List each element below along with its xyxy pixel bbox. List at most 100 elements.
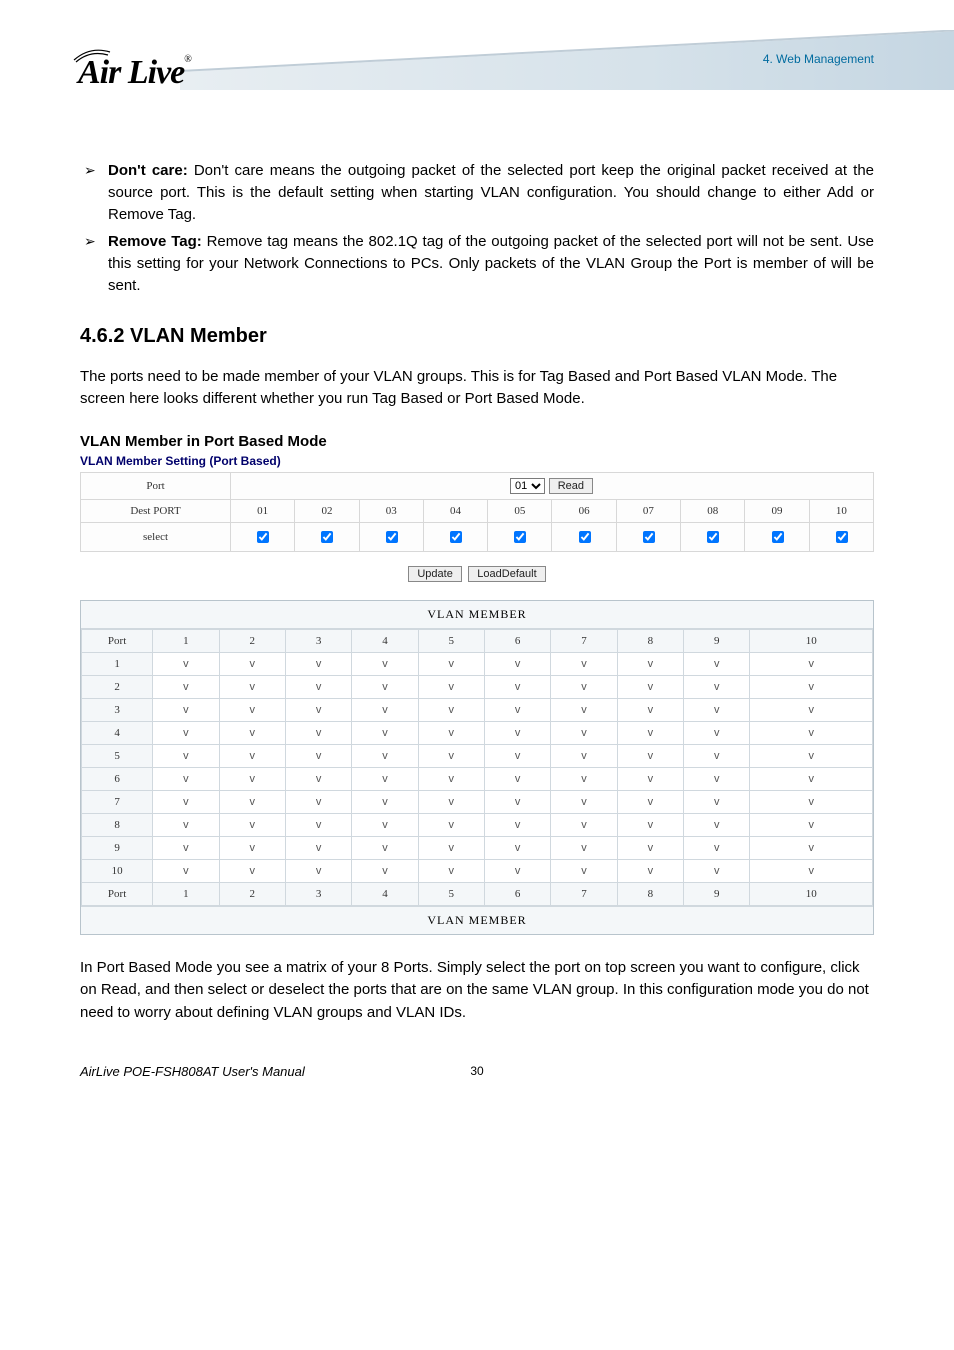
bullet-item: Remove Tag: Remove tag means the 802.1Q …: [108, 231, 874, 296]
matrix-cell: v: [219, 813, 285, 836]
matrix-cell: v: [551, 790, 617, 813]
matrix-cell: v: [219, 744, 285, 767]
cfg-row-port: Port 01 Read: [81, 472, 874, 499]
matrix-row-head: 3: [82, 698, 153, 721]
matrix-cell: v: [153, 836, 219, 859]
section-intro: The ports need to be made member of your…: [80, 366, 874, 411]
matrix-cell: v: [684, 859, 750, 882]
select-checkbox[interactable]: [707, 531, 719, 543]
matrix-cell: v: [617, 836, 683, 859]
matrix-row-head: 5: [82, 744, 153, 767]
select-checkbox[interactable]: [257, 531, 269, 543]
matrix-col-head: 3: [285, 629, 351, 652]
matrix-row-head: 8: [82, 813, 153, 836]
dest-col: 04: [423, 499, 487, 522]
matrix-cell: v: [285, 721, 351, 744]
matrix-row: 5vvvvvvvvvv: [82, 744, 873, 767]
matrix-cell: v: [484, 744, 550, 767]
matrix-foot-label: Port: [82, 882, 153, 905]
section-heading: 4.6.2 VLAN Member: [80, 325, 874, 348]
matrix-cell: v: [219, 675, 285, 698]
select-checkbox[interactable]: [514, 531, 526, 543]
matrix-cell: v: [285, 790, 351, 813]
matrix-cell: v: [285, 767, 351, 790]
select-checkbox[interactable]: [836, 531, 848, 543]
cfg-button-row: Update LoadDefault: [80, 564, 874, 582]
matrix-row-head: 2: [82, 675, 153, 698]
matrix-cell: v: [285, 836, 351, 859]
matrix-cell: v: [219, 767, 285, 790]
matrix-cell: v: [617, 698, 683, 721]
matrix-cell: v: [551, 744, 617, 767]
bullet-label: Don't care:: [108, 162, 188, 179]
matrix-cell: v: [352, 813, 418, 836]
matrix-cell: v: [484, 675, 550, 698]
matrix-cell: v: [617, 813, 683, 836]
matrix-cell: v: [684, 744, 750, 767]
dest-col: 09: [745, 499, 809, 522]
cfg-select-label: select: [81, 522, 231, 551]
dest-col: 07: [616, 499, 680, 522]
matrix-cell: v: [418, 721, 484, 744]
load-default-button[interactable]: LoadDefault: [468, 566, 545, 582]
matrix-cell: v: [285, 859, 351, 882]
matrix-cell: v: [617, 675, 683, 698]
matrix-head-row: Port 1 2 3 4 5 6 7 8 9 10: [82, 629, 873, 652]
matrix-cell: v: [418, 836, 484, 859]
matrix-col-head: 2: [219, 629, 285, 652]
matrix-cell: v: [617, 790, 683, 813]
select-checkbox[interactable]: [386, 531, 398, 543]
matrix-row: 1vvvvvvvvvv: [82, 652, 873, 675]
matrix-cell: v: [551, 652, 617, 675]
matrix-cell: v: [219, 790, 285, 813]
select-checkbox[interactable]: [450, 531, 462, 543]
update-button[interactable]: Update: [408, 566, 461, 582]
matrix-col-foot: 1: [153, 882, 219, 905]
matrix-col-foot: 9: [684, 882, 750, 905]
matrix-cell: v: [219, 859, 285, 882]
matrix-cell: v: [684, 698, 750, 721]
matrix-row: 2vvvvvvvvvv: [82, 675, 873, 698]
matrix-row-head: 10: [82, 859, 153, 882]
matrix-cell: v: [418, 698, 484, 721]
matrix-cell: v: [551, 836, 617, 859]
page-header: 4. Web Management Air Live®: [0, 30, 954, 140]
matrix-cell: v: [153, 767, 219, 790]
matrix-col-head: 10: [750, 629, 873, 652]
matrix-cell: v: [153, 721, 219, 744]
matrix-col-foot: 8: [617, 882, 683, 905]
matrix-cell: v: [484, 813, 550, 836]
subhead: VLAN Member in Port Based Mode: [80, 433, 874, 450]
matrix-col-foot: 6: [484, 882, 550, 905]
matrix-cell: v: [418, 767, 484, 790]
matrix-cell: v: [551, 859, 617, 882]
matrix-cell: v: [352, 744, 418, 767]
port-select[interactable]: 01: [510, 478, 545, 494]
cfg-port-controls: 01 Read: [231, 472, 874, 499]
dest-col: 02: [295, 499, 359, 522]
matrix-cell: v: [750, 652, 873, 675]
matrix-cell: v: [617, 767, 683, 790]
bullet-text: Remove tag means the 802.1Q tag of the o…: [108, 233, 874, 294]
matrix-cell: v: [352, 698, 418, 721]
select-checkbox[interactable]: [772, 531, 784, 543]
matrix-cell: v: [285, 744, 351, 767]
matrix-row: 7vvvvvvvvvv: [82, 790, 873, 813]
select-checkbox[interactable]: [643, 531, 655, 543]
matrix-row: 9vvvvvvvvvv: [82, 836, 873, 859]
matrix-cell: v: [352, 675, 418, 698]
matrix-row: 10vvvvvvvvvv: [82, 859, 873, 882]
read-button[interactable]: Read: [549, 478, 593, 494]
matrix-cell: v: [352, 836, 418, 859]
select-checkbox[interactable]: [321, 531, 333, 543]
matrix-cell: v: [418, 813, 484, 836]
matrix-cell: v: [617, 721, 683, 744]
matrix-cell: v: [285, 698, 351, 721]
matrix-cell: v: [418, 790, 484, 813]
matrix-cell: v: [484, 836, 550, 859]
select-checkbox[interactable]: [579, 531, 591, 543]
matrix-col-foot: 5: [418, 882, 484, 905]
matrix-row: 4vvvvvvvvvv: [82, 721, 873, 744]
cfg-row-dest: Dest PORT 01 02 03 04 05 06 07 08 09 10: [81, 499, 874, 522]
after-paragraph: In Port Based Mode you see a matrix of y…: [80, 957, 874, 1025]
